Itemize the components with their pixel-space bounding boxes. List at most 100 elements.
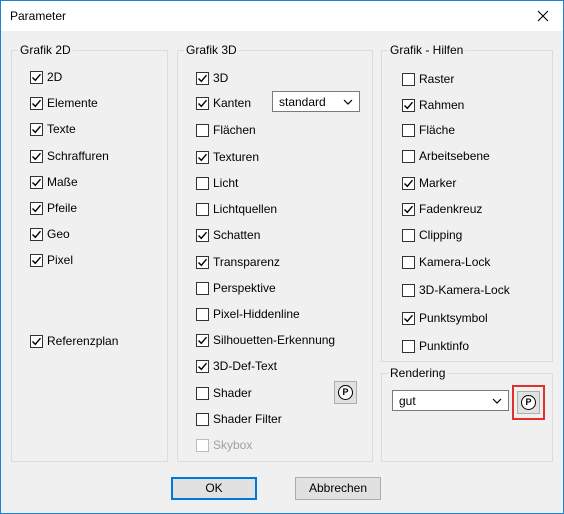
checkbox-kamera-lock[interactable]: Kamera-Lock [402,254,490,270]
checkbox-masse[interactable]: Maße [30,174,78,190]
checkbox-label: Schatten [213,228,261,242]
checkbox-3d[interactable]: 3D [196,70,228,86]
checkbox-perspektive[interactable]: Perspektive [196,280,276,296]
checkbox-label: Marker [419,176,457,190]
checkbox-box[interactable] [196,281,209,295]
checkbox-box[interactable] [196,96,209,110]
checkbox-box[interactable] [196,71,209,85]
checkbox-texte[interactable]: Texte [30,121,76,137]
group-grafik-3d: Grafik 3D standard P 3D Kanten Flächen Text… [177,43,373,462]
checkbox-box[interactable] [30,253,43,267]
checkbox-pixel[interactable]: Pixel [30,252,73,268]
rendering-p-button[interactable]: P [517,391,540,414]
checkbox-box[interactable] [30,334,43,348]
checkbox-silhouetten-erkennung[interactable]: Silhouetten-Erkennung [196,332,335,348]
kanten-select[interactable]: standard [272,91,360,112]
checkbox-pfeile[interactable]: Pfeile [30,200,77,216]
checkbox-label: Pixel-Hiddenline [213,307,300,321]
checkbox-box[interactable] [196,307,209,321]
checkbox-box[interactable] [402,339,415,353]
checkbox-box[interactable] [30,96,43,110]
checkbox-box[interactable] [402,283,415,297]
checkbox-box[interactable] [402,228,415,242]
checkbox-label: Shader [213,386,252,400]
checkbox-shader[interactable]: Shader [196,385,252,401]
checkbox-punktinfo[interactable]: Punktinfo [402,338,469,354]
checkbox-box[interactable] [402,176,415,190]
shader-p-button[interactable]: P [334,381,357,404]
checkbox-elemente[interactable]: Elemente [30,95,98,111]
checkbox-box[interactable] [30,175,43,189]
checkbox-3d-kamera-lock[interactable]: 3D-Kamera-Lock [402,282,510,298]
checkbox-2d[interactable]: 2D [30,69,62,85]
checkbox-flaechen[interactable]: Flächen [196,122,256,138]
checkbox-box[interactable] [196,359,209,373]
checkbox-schraffuren[interactable]: Schraffuren [30,148,109,164]
checkbox-label: Pfeile [47,201,78,215]
parameter-dialog: Parameter Grafik 2D 2D Elemente Texte Schra… [0,0,564,514]
checkbox-box[interactable] [196,255,209,269]
checkbox-label: 2D [47,70,63,84]
checkmark-icon [404,205,414,213]
checkbox-box[interactable] [196,228,209,242]
checkbox-schatten[interactable]: Schatten [196,227,260,243]
checkbox-box[interactable] [196,333,209,347]
ok-button[interactable]: OK [171,477,257,500]
checkbox-kanten[interactable]: Kanten [196,95,251,111]
checkbox-marker[interactable]: Marker [402,175,456,191]
checkbox-box[interactable] [30,227,43,241]
checkbox-label: Schraffuren [47,149,109,163]
checkbox-box[interactable] [196,412,209,426]
checkbox-box[interactable] [196,386,209,400]
checkbox-label: Punktsymbol [419,311,488,325]
checkbox-flaeche[interactable]: Fläche [402,122,455,138]
checkbox-punktsymbol[interactable]: Punktsymbol [402,310,488,326]
group-label-grafik-hilfen: Grafik - Hilfen [388,43,466,57]
chevron-down-icon [343,99,353,105]
checkbox-box[interactable] [402,72,415,86]
checkbox-lichtquellen[interactable]: Lichtquellen [196,201,277,217]
checkbox-box[interactable] [402,98,415,112]
checkbox-box[interactable] [196,150,209,164]
checkbox-box[interactable] [196,123,209,137]
checkbox-skybox: Skybox [196,437,252,453]
checkbox-3d-def-text[interactable]: 3D-Def-Text [196,358,277,374]
cancel-button[interactable]: Abbrechen [295,477,381,500]
checkbox-label: Rahmen [419,98,465,112]
checkbox-transparenz[interactable]: Transparenz [196,254,280,270]
checkbox-box[interactable] [30,201,43,215]
checkbox-arbeitsebene[interactable]: Arbeitsebene [402,148,490,164]
checkmark-icon [32,178,42,186]
checkbox-shader-filter[interactable]: Shader Filter [196,411,282,427]
checkbox-label: Silhouetten-Erkennung [213,333,336,347]
group-grafik-2d: Grafik 2D 2D Elemente Texte Schraffuren Maße… [11,43,168,462]
checkbox-box[interactable] [30,122,43,136]
checkbox-box[interactable] [30,70,43,84]
checkbox-box[interactable] [402,123,415,137]
checkbox-box[interactable] [402,149,415,163]
checkbox-raster[interactable]: Raster [402,71,454,87]
checkmark-icon [198,74,208,82]
checkbox-licht[interactable]: Licht [196,175,238,191]
checkbox-label: Lichtquellen [213,202,278,216]
close-button[interactable] [523,1,563,31]
checkbox-fadenkreuz[interactable]: Fadenkreuz [402,201,482,217]
checkbox-box[interactable] [30,149,43,163]
checkbox-rahmen[interactable]: Rahmen [402,97,464,113]
checkbox-box[interactable] [402,202,415,216]
checkbox-box[interactable] [196,202,209,216]
rendering-select[interactable]: gut [392,390,509,411]
checkmark-icon [404,101,414,109]
checkbox-label: 3D-Kamera-Lock [419,283,510,297]
checkbox-clipping[interactable]: Clipping [402,227,462,243]
checkbox-label: Raster [419,72,455,86]
checkbox-box[interactable] [402,311,415,325]
checkbox-geo[interactable]: Geo [30,226,70,242]
checkbox-label: Kanten [213,96,252,110]
group-grafik-hilfen: Grafik - Hilfen Raster Rahmen Fläche Arbeit… [381,43,553,362]
checkbox-box[interactable] [196,176,209,190]
checkbox-referenzplan[interactable]: Referenzplan [30,333,118,349]
checkbox-texturen[interactable]: Texturen [196,149,259,165]
checkbox-box[interactable] [402,255,415,269]
checkbox-pixel-hiddenline[interactable]: Pixel-Hiddenline [196,306,300,322]
